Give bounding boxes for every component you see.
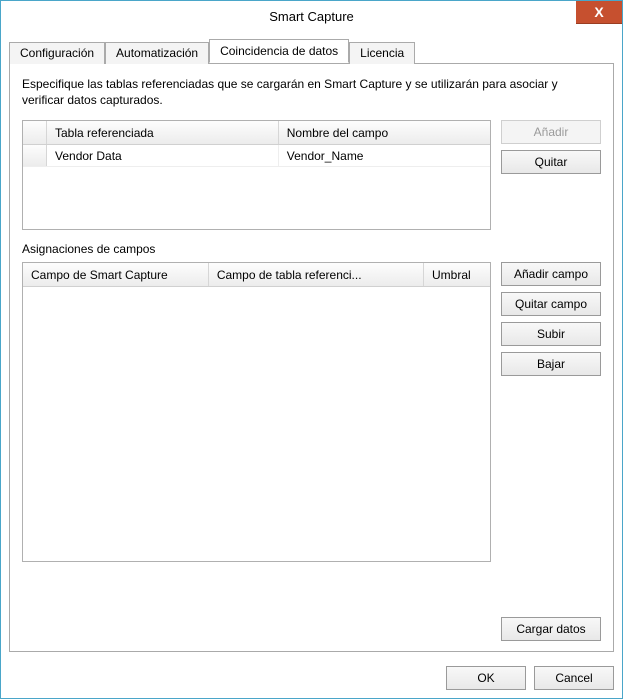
cell-field-name[interactable]: Vendor_Name [279, 145, 490, 166]
load-data-button[interactable]: Cargar datos [501, 617, 601, 641]
button-spacer [501, 382, 601, 611]
remove-table-button[interactable]: Quitar [501, 150, 601, 174]
client-area: Configuración Automatización Coincidenci… [1, 31, 622, 658]
assignments-buttons: Añadir campo Quitar campo Subir Bajar Ca… [501, 262, 601, 641]
tab-automation[interactable]: Automatización [105, 42, 209, 64]
assignments-headers: Campo de Smart Capture Campo de tabla re… [23, 263, 490, 287]
ok-button[interactable]: OK [446, 666, 526, 690]
assignments-grid[interactable]: Campo de Smart Capture Campo de tabla re… [22, 262, 491, 562]
referenced-tables-grid[interactable]: Tabla referenciada Nombre del campo Vend… [22, 120, 491, 230]
table-row[interactable]: Vendor Data Vendor_Name [23, 145, 490, 167]
header-referenced-table[interactable]: Tabla referenciada [47, 121, 279, 144]
window-title: Smart Capture [1, 9, 622, 24]
tab-strip: Configuración Automatización Coincidenci… [9, 39, 614, 63]
referenced-tables-buttons: Añadir Quitar [501, 120, 601, 230]
tab-page-data-matching: Especifique las tablas referenciadas que… [9, 63, 614, 652]
assignments-label: Asignaciones de campos [22, 242, 601, 256]
add-field-button[interactable]: Añadir campo [501, 262, 601, 286]
down-button[interactable]: Bajar [501, 352, 601, 376]
page-description: Especifique las tablas referenciadas que… [22, 76, 601, 108]
close-button[interactable]: X [576, 1, 622, 24]
add-table-button[interactable]: Añadir [501, 120, 601, 144]
tab-configuration[interactable]: Configuración [9, 42, 105, 64]
header-sc-field[interactable]: Campo de Smart Capture [23, 263, 209, 286]
dialog-footer: OK Cancel [1, 658, 622, 698]
dialog-window: Smart Capture X Configuración Automatiza… [0, 0, 623, 699]
header-ref-field[interactable]: Campo de tabla referenci... [209, 263, 424, 286]
remove-field-button[interactable]: Quitar campo [501, 292, 601, 316]
up-button[interactable]: Subir [501, 322, 601, 346]
row-selector[interactable] [23, 145, 47, 166]
cell-referenced-table[interactable]: Vendor Data [47, 145, 279, 166]
header-threshold[interactable]: Umbral [424, 263, 490, 286]
row-selector-header [23, 121, 47, 144]
tab-license[interactable]: Licencia [349, 42, 415, 64]
close-icon: X [594, 4, 603, 20]
header-field-name[interactable]: Nombre del campo [279, 121, 490, 144]
referenced-tables-row: Tabla referenciada Nombre del campo Vend… [22, 120, 601, 230]
titlebar: Smart Capture X [1, 1, 622, 31]
assignments-body [23, 287, 490, 561]
cancel-button[interactable]: Cancel [534, 666, 614, 690]
referenced-tables-body: Vendor Data Vendor_Name [23, 145, 490, 229]
assignments-row: Campo de Smart Capture Campo de tabla re… [22, 262, 601, 641]
tab-data-matching[interactable]: Coincidencia de datos [209, 39, 349, 63]
referenced-tables-headers: Tabla referenciada Nombre del campo [23, 121, 490, 145]
